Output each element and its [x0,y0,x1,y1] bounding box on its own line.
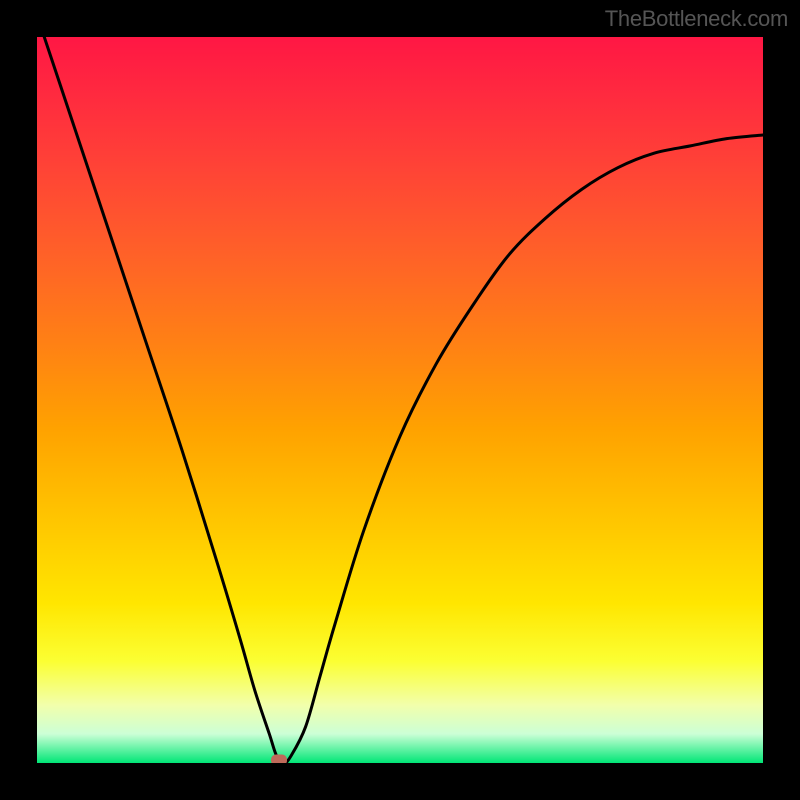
optimal-point-marker [271,755,287,763]
plot-area [37,37,763,763]
attribution-text: TheBottleneck.com [605,6,788,32]
bottleneck-curve [37,37,763,763]
chart-frame: TheBottleneck.com [0,0,800,800]
